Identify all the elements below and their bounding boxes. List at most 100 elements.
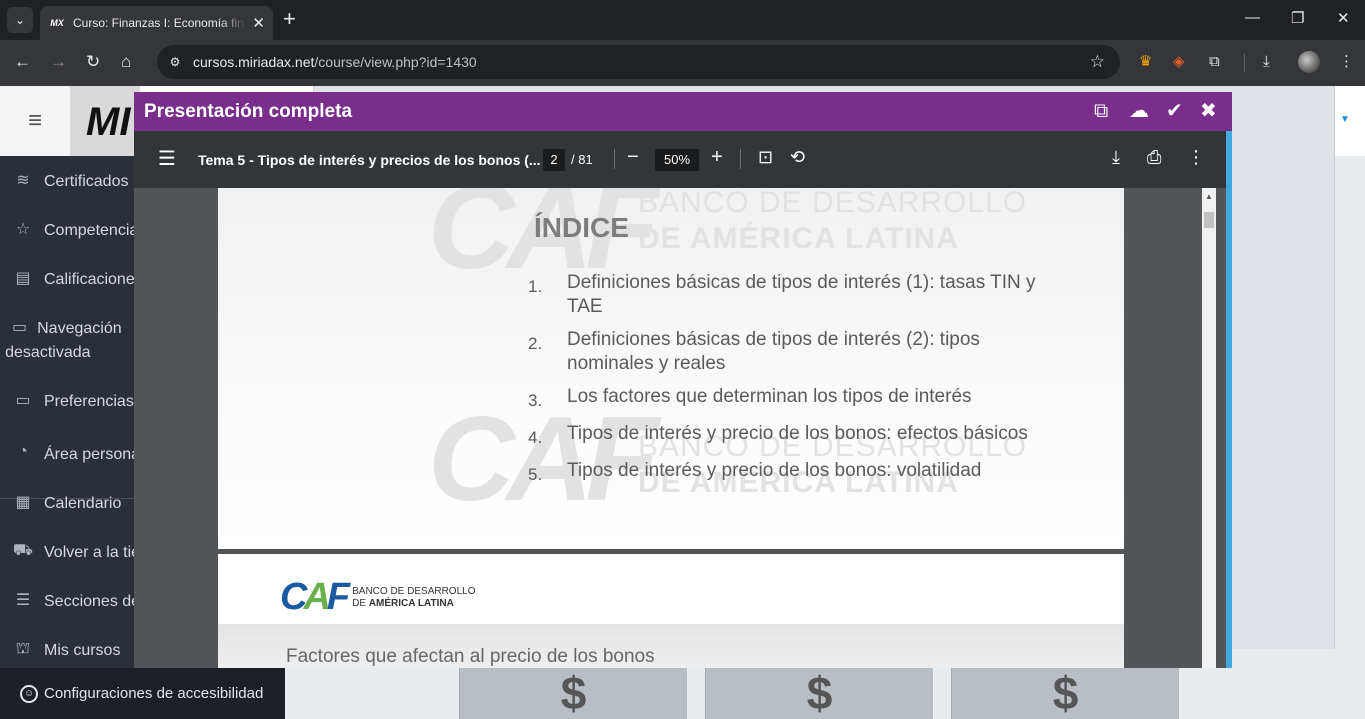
list-item-text: Tipos de interés y precio de los bonos: … xyxy=(567,460,982,481)
sidebar-item-label: Calificaciones xyxy=(44,271,143,288)
tab-search-chevron-icon[interactable]: ⌄ xyxy=(7,7,33,33)
pdf-more-icon[interactable]: ⋮ xyxy=(1187,146,1205,168)
minimize-icon[interactable]: — xyxy=(1245,9,1260,26)
url-host: cursos.miriadax.net xyxy=(193,54,315,70)
list-item-number: 3. xyxy=(528,391,543,410)
calendar-icon: ▦ xyxy=(15,494,31,511)
copy-icon[interactable]: ⧉ xyxy=(1094,100,1108,122)
pdf-toolbar-divider xyxy=(740,149,741,169)
extensions-puzzle-icon[interactable]: ⧉ xyxy=(1209,53,1220,71)
folder-icon: ▭ xyxy=(15,392,31,409)
dollar-icon: $ xyxy=(560,667,587,719)
check-circle-icon[interactable]: ✔ xyxy=(1166,100,1183,122)
cloud-download-icon[interactable]: ☁ xyxy=(1129,100,1149,122)
back-icon[interactable]: ← xyxy=(14,52,31,72)
list-item: 4. Tipos de interés y precio de los bonos… xyxy=(528,422,1068,450)
url-path: /course/view.php?id=1430 xyxy=(314,54,477,70)
watermark-line1: BANCO DE DESARROLLO xyxy=(638,188,1028,219)
list-item-number: 4. xyxy=(528,428,543,447)
bookmark-star-icon[interactable]: ☆ xyxy=(1090,52,1105,72)
forward-icon[interactable]: → xyxy=(50,52,67,72)
sidebar-item-label: Navegación desactivada xyxy=(5,320,122,361)
download-icon[interactable]: ⤓ xyxy=(1263,53,1270,71)
star-icon: ☆ xyxy=(15,221,31,238)
fit-to-page-icon[interactable]: ⊡ xyxy=(758,146,773,168)
site-info-icon[interactable]: ⚙ xyxy=(166,53,184,71)
crown-extension-icon[interactable]: ♛ xyxy=(1139,53,1152,71)
sidebar-item-navegacion[interactable]: ▭ Navegación desactivada xyxy=(5,317,132,365)
list-item-text: Los factores que determinan los tipos de… xyxy=(567,386,972,407)
restore-icon[interactable]: ❐ xyxy=(1291,9,1304,27)
sidebar-item-label: Mis cursos xyxy=(44,642,121,659)
more-menu-icon[interactable]: ⋮ xyxy=(1339,53,1354,71)
dashboard-icon: ◔ xyxy=(18,443,28,460)
dollar-icon: $ xyxy=(1052,667,1079,719)
list-item: 3. Los factores que determinan los tipos … xyxy=(528,385,1068,413)
toolbar-divider xyxy=(1244,54,1245,72)
scrollbar-thumb[interactable] xyxy=(1204,212,1214,228)
caf-logo-text: BANCO DE DESARROLLO DE AMÉRICA LATINA xyxy=(352,586,475,610)
dollar-icon: $ xyxy=(806,667,833,719)
home-icon[interactable]: ⌂ xyxy=(121,52,131,72)
pdf-toolbar-divider xyxy=(614,149,615,169)
pdf-toolbar: ☰ Tema 5 - Tipos de interés y precios de… xyxy=(134,131,1226,188)
course-card[interactable]: $ xyxy=(951,666,1179,719)
caf-logo-line2-prefix: DE xyxy=(352,597,369,609)
pdf-scrollbar[interactable]: ▲ xyxy=(1202,188,1216,668)
url-text[interactable]: cursos.miriadax.net/course/view.php?id=1… xyxy=(193,54,477,70)
pdf-page-2: CAF BANCO DE DESARROLLO DE AMÉRICA LATIN… xyxy=(218,188,1124,549)
list-item-text: Definiciones básicas de tipos de interés… xyxy=(567,329,980,374)
list-item: 5. Tipos de interés y precio de los bonos… xyxy=(528,459,1068,487)
graduation-cap-icon: ⛫ xyxy=(15,640,31,657)
hat-extension-icon[interactable]: ◈ xyxy=(1173,53,1185,71)
list-item-text: Definiciones básicas de tipos de interés… xyxy=(567,272,1036,317)
pdf-zoom-input[interactable]: 50% xyxy=(655,149,699,171)
list-item-text: Tipos de interés y precio de los bonos: … xyxy=(567,423,1028,444)
caf-logo-line2-bold: AMÉRICA LATINA xyxy=(368,597,454,609)
modal-header: Presentación completa ⧉ ☁ ✔ ✖ xyxy=(134,92,1232,131)
sidebar-item-label: Competencias xyxy=(44,222,147,239)
reload-icon[interactable]: ↻ xyxy=(86,52,100,72)
pdf-page-3: CAF BANCO DE DESARROLLO DE AMÉRICA LATIN… xyxy=(218,554,1124,668)
sidebar-item-label: Calendario xyxy=(44,495,122,512)
pdf-sidebar-menu-icon[interactable]: ☰ xyxy=(158,149,176,169)
scroll-up-arrow-icon[interactable]: ▲ xyxy=(1205,192,1213,201)
cart-icon: ⛟ xyxy=(12,542,34,559)
zoom-out-icon[interactable]: − xyxy=(627,146,639,168)
browser-tabstrip: ⌄ MX Curso: Finanzas I: Economía financi… xyxy=(0,0,1365,40)
list-item: 1. Definiciones básicas de tipos de inter… xyxy=(528,271,1068,319)
pdf-download-icon[interactable]: ⤓ xyxy=(1112,146,1120,168)
list-item-number: 5. xyxy=(528,465,543,484)
user-menu-caret-icon[interactable]: ▼ xyxy=(1340,114,1350,125)
new-tab-plus-icon[interactable]: + xyxy=(283,8,296,30)
course-card[interactable]: $ xyxy=(705,666,933,719)
close-icon[interactable]: ✖ xyxy=(1200,100,1217,122)
sidebar-item-label: Preferencias xyxy=(44,393,134,410)
rotate-icon[interactable]: ⟲ xyxy=(790,146,805,168)
modal-title: Presentación completa xyxy=(144,101,353,122)
window-close-icon[interactable]: ✕ xyxy=(1337,9,1350,27)
pdf-document-title: Tema 5 - Tipos de interés y precios de l… xyxy=(198,152,541,168)
site-logo[interactable]: MI xyxy=(86,100,130,145)
print-icon[interactable]: ⎙ xyxy=(1147,146,1161,168)
list-item-number: 2. xyxy=(528,334,543,353)
accessibility-icon: ☺ xyxy=(20,684,38,703)
browser-tab[interactable]: MX Curso: Finanzas I: Economía financier… xyxy=(40,6,273,40)
pdf-page-input[interactable]: 2 xyxy=(543,149,565,171)
pdf-viewport[interactable]: CAF BANCO DE DESARROLLO DE AMÉRICA LATIN… xyxy=(134,188,1226,668)
modal-accent-bar xyxy=(1226,131,1232,668)
drawer-toggle-icon[interactable]: ≡ xyxy=(0,86,70,156)
accessibility-settings-link[interactable]: ☺ Configuraciones de accesibilidad xyxy=(0,668,285,719)
address-bar[interactable]: ⚙ cursos.miriadax.net/course/view.php?id… xyxy=(157,45,1120,79)
list-icon: ☰ xyxy=(15,592,31,609)
gradebook-icon: ▤ xyxy=(15,270,31,287)
pdf-page-total: / 81 xyxy=(571,152,593,167)
tab-close-icon[interactable]: ✕ xyxy=(252,14,265,32)
zoom-in-icon[interactable]: + xyxy=(711,146,723,168)
profile-avatar[interactable] xyxy=(1298,51,1320,73)
course-card[interactable]: $ xyxy=(459,666,687,719)
presentation-modal: Presentación completa ⧉ ☁ ✔ ✖ ☰ Tema 5 -… xyxy=(134,92,1232,668)
index-list: 1. Definiciones básicas de tipos de inter… xyxy=(528,271,1068,496)
caf-logo-line1: BANCO DE DESARROLLO xyxy=(352,585,476,597)
list-item: 2. Definiciones básicas de tipos de inter… xyxy=(528,328,1068,376)
